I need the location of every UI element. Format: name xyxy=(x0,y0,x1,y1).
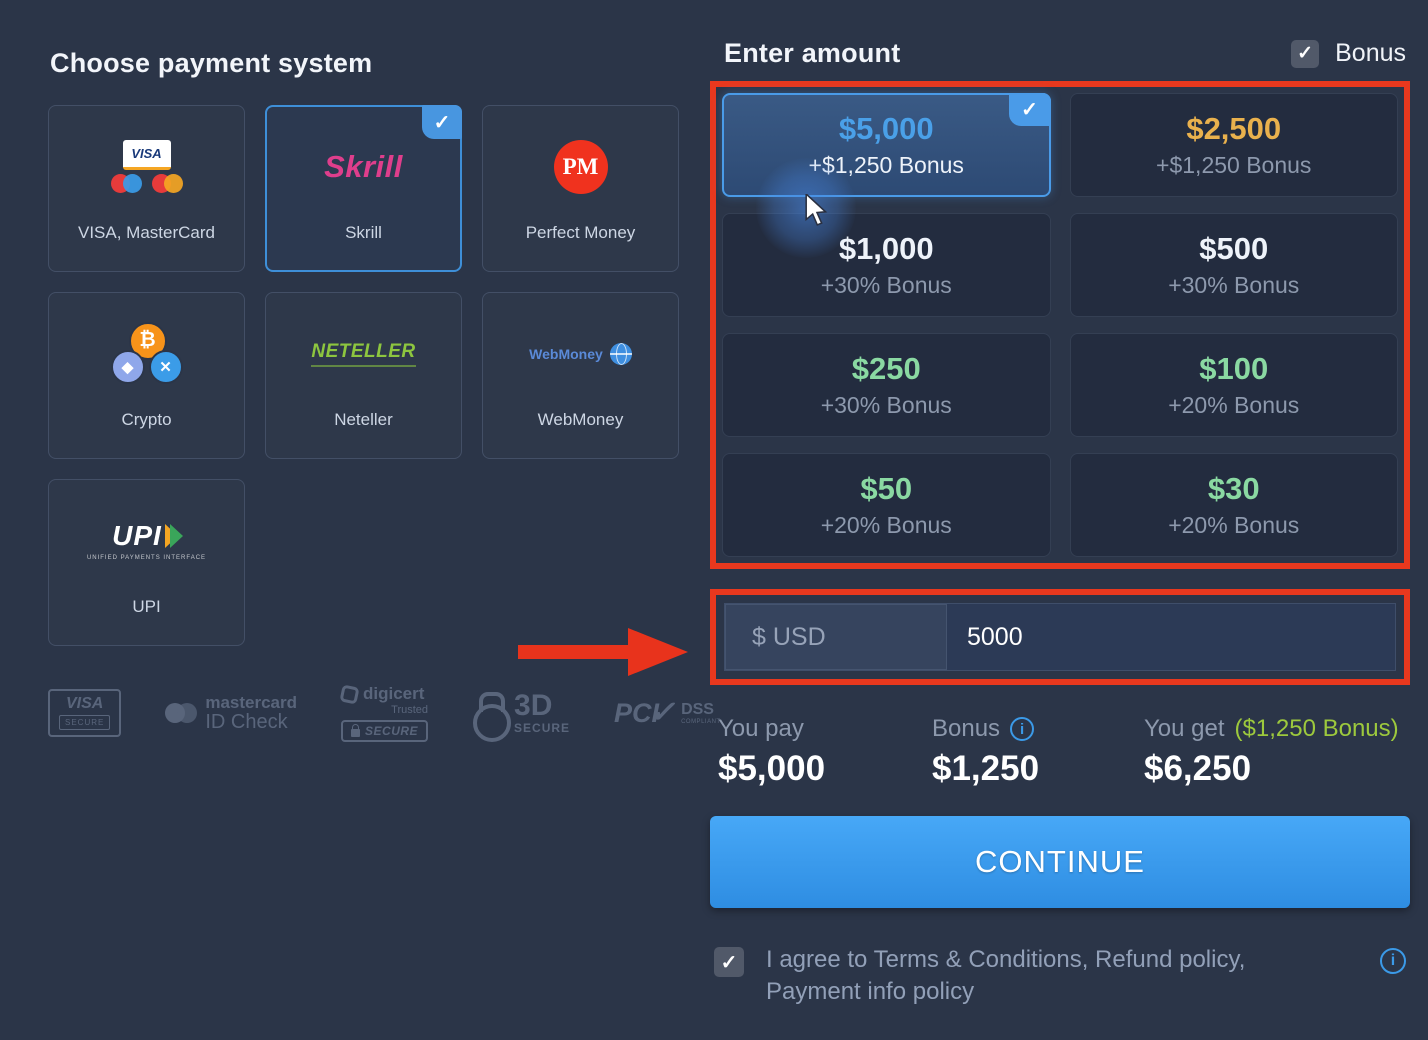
you-pay-label: You pay xyxy=(718,715,932,743)
enter-amount-panel: Enter amount ✓ Bonus ✓ $5,000 +$1,250 Bo… xyxy=(710,38,1410,1009)
payment-methods-grid: VISA VISA, MasterCard ✓ Skrill Skrill PM… xyxy=(48,105,680,646)
ripple-icon: ✕ xyxy=(149,350,183,384)
method-card-upi[interactable]: UPI UNIFIED PAYMENTS INTERFACE UPI xyxy=(48,479,245,646)
maestro-icon xyxy=(111,174,142,193)
amount-input[interactable] xyxy=(947,604,1395,670)
method-card-skrill[interactable]: ✓ Skrill Skrill xyxy=(265,105,462,272)
visa-secure-badge: VISA SECURE xyxy=(48,689,121,737)
payment-system-panel: Choose payment system VISA VISA, MasterC… xyxy=(48,48,680,742)
annotation-box-input: $ USD xyxy=(710,589,1410,685)
bonus-info-icon[interactable]: i xyxy=(1010,717,1034,741)
webmoney-logo: WebMoney xyxy=(529,322,632,386)
deposit-page: { "colors": { "background": "#2b3548", "… xyxy=(0,0,1428,1040)
amount-tile-30[interactable]: $30 +20% Bonus xyxy=(1070,453,1399,557)
choose-payment-title: Choose payment system xyxy=(50,48,680,79)
bonus-toggle[interactable]: ✓ Bonus xyxy=(1291,39,1406,68)
amount-tile-250[interactable]: $250 +30% Bonus xyxy=(722,333,1051,437)
amount-tile-500[interactable]: $500 +30% Bonus xyxy=(1070,213,1399,317)
method-card-neteller[interactable]: NETELLER Neteller xyxy=(265,292,462,459)
visa-mastercard-logo: VISA xyxy=(111,135,183,199)
terms-info-icon[interactable]: i xyxy=(1380,948,1406,974)
amount-tile-100[interactable]: $100 +20% Bonus xyxy=(1070,333,1399,437)
method-label: Neteller xyxy=(334,410,393,430)
pci-check-icon: ✓ xyxy=(650,695,675,730)
visa-card-icon: VISA xyxy=(123,140,171,170)
selected-check-icon: ✓ xyxy=(422,105,462,139)
upi-arrow-icon xyxy=(165,524,181,548)
ethereum-icon: ◆ xyxy=(111,350,145,384)
bonus-checkbox[interactable]: ✓ xyxy=(1291,40,1319,68)
security-badges-row: VISA SECURE mastercard ID Check digicert… xyxy=(48,684,680,742)
you-get-bonus-note: ($1,250 Bonus) xyxy=(1235,715,1399,743)
method-label: WebMoney xyxy=(538,410,624,430)
method-card-perfect-money[interactable]: PM Perfect Money xyxy=(482,105,679,272)
you-pay-value: $5,000 xyxy=(718,749,932,789)
method-card-webmoney[interactable]: WebMoney WebMoney xyxy=(482,292,679,459)
crypto-logo: ₿ ◆ ✕ xyxy=(105,322,189,386)
terms-row: ✓ I agree to Terms & Conditions, Refund … xyxy=(710,944,1410,1009)
webmoney-globe-icon xyxy=(610,343,632,365)
bonus-value: $1,250 xyxy=(932,749,1144,789)
you-get-value: $6,250 xyxy=(1144,749,1402,789)
amount-tile-2500[interactable]: $2,500 +$1,250 Bonus xyxy=(1070,93,1399,197)
selected-check-icon: ✓ xyxy=(1009,93,1051,126)
amount-tile-5000[interactable]: ✓ $5,000 +$1,250 Bonus xyxy=(722,93,1051,197)
digicert-ring-icon xyxy=(339,684,359,704)
amount-tiles-grid: ✓ $5,000 +$1,250 Bonus $2,500 +$1,250 Bo… xyxy=(722,93,1398,557)
summary-row: You pay $5,000 Bonus i $1,250 You get ($… xyxy=(710,715,1410,789)
skrill-logo: Skrill xyxy=(324,135,403,199)
method-card-visa-mastercard[interactable]: VISA VISA, MasterCard xyxy=(48,105,245,272)
padlock-icon xyxy=(472,692,506,734)
amount-tile-50[interactable]: $50 +20% Bonus xyxy=(722,453,1051,557)
continue-button[interactable]: CONTINUE xyxy=(710,816,1410,908)
method-label: Crypto xyxy=(121,410,171,430)
annotation-box-amounts: ✓ $5,000 +$1,250 Bonus $2,500 +$1,250 Bo… xyxy=(710,81,1410,569)
mastercard-icon xyxy=(152,174,183,193)
you-get-label: You get ($1,250 Bonus) xyxy=(1144,715,1402,743)
method-card-crypto[interactable]: ₿ ◆ ✕ Crypto xyxy=(48,292,245,459)
enter-amount-title: Enter amount xyxy=(724,38,900,69)
mastercard-circles-icon xyxy=(165,703,197,723)
method-label: Perfect Money xyxy=(526,223,636,243)
lock-icon xyxy=(351,729,360,737)
method-label: UPI xyxy=(132,597,160,617)
pci-dss-badge: PCI ✓ DSS COMPLIANT xyxy=(614,698,721,729)
perfect-money-logo: PM xyxy=(554,135,608,199)
mastercard-id-check-badge: mastercard ID Check xyxy=(165,693,297,734)
3d-secure-badge: 3D SECURE xyxy=(472,691,570,735)
digicert-badge: digicert Trusted SECURE xyxy=(341,684,428,742)
bonus-summary-label: Bonus i xyxy=(932,715,1144,743)
terms-text[interactable]: I agree to Terms & Conditions, Refund po… xyxy=(766,944,1332,1009)
method-label: Skrill xyxy=(345,223,382,243)
upi-logo: UPI UNIFIED PAYMENTS INTERFACE xyxy=(87,509,206,573)
terms-checkbox[interactable]: ✓ xyxy=(714,947,744,977)
method-label: VISA, MasterCard xyxy=(78,223,215,243)
currency-selector[interactable]: $ USD xyxy=(725,604,947,670)
amount-tile-1000[interactable]: $1,000 +30% Bonus xyxy=(722,213,1051,317)
neteller-logo: NETELLER xyxy=(311,322,415,386)
bonus-toggle-label: Bonus xyxy=(1335,39,1406,68)
